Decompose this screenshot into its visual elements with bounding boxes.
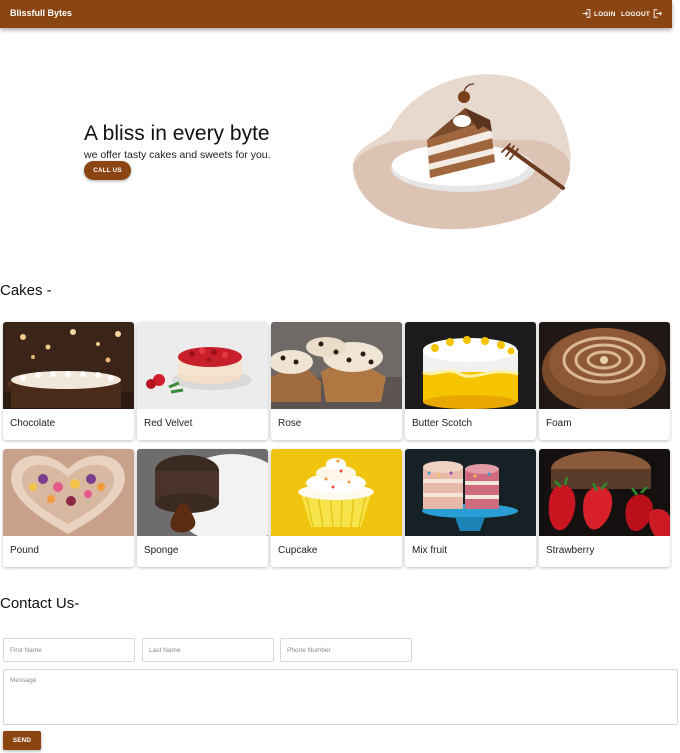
cake-card-red-velvet[interactable]: Red Velvet xyxy=(137,322,268,440)
cake-image xyxy=(271,322,402,409)
cake-image xyxy=(405,322,536,409)
cake-image xyxy=(271,449,402,536)
cake-image xyxy=(3,449,134,536)
cake-label: Mix fruit xyxy=(412,545,447,556)
cake-label: Sponge xyxy=(144,545,179,556)
cake-image xyxy=(137,322,268,409)
cake-card-cupcake[interactable]: Cupcake xyxy=(271,449,402,567)
logout-label: LOGOUT xyxy=(621,10,651,18)
last-name-input[interactable] xyxy=(143,639,273,662)
cake-card-rose[interactable]: Rose xyxy=(271,322,402,440)
cake-card-mix-fruit[interactable]: Mix fruit xyxy=(405,449,536,567)
message-input[interactable] xyxy=(4,670,677,724)
cake-card-strawberry[interactable]: Strawberry xyxy=(539,449,670,567)
cake-image xyxy=(3,322,134,409)
cake-card-sponge[interactable]: Sponge xyxy=(137,449,268,567)
cake-label: Butter Scotch xyxy=(412,418,473,429)
cake-card-butter-scotch[interactable]: Butter Scotch xyxy=(405,322,536,440)
cake-image xyxy=(137,449,268,536)
send-button[interactable]: SEND xyxy=(3,731,41,750)
cakes-heading: Cakes - xyxy=(0,282,52,299)
app-bar: Blissfull Bytes LOGIN LOGOUT xyxy=(0,0,672,28)
cake-image xyxy=(405,449,536,536)
login-button[interactable]: LOGIN xyxy=(582,8,616,20)
cake-card-foam[interactable]: Foam xyxy=(539,322,670,440)
logout-button[interactable]: LOGOUT xyxy=(621,8,663,20)
hero-title: A bliss in every byte xyxy=(84,122,270,145)
phone-number-input[interactable] xyxy=(281,639,411,662)
cake-label: Foam xyxy=(546,418,572,429)
cake-label: Cupcake xyxy=(278,545,318,556)
phone-number-field[interactable] xyxy=(280,638,412,662)
login-label: LOGIN xyxy=(594,10,616,18)
cake-label: Red Velvet xyxy=(144,418,193,429)
brand-title[interactable]: Blissfull Bytes xyxy=(10,8,72,18)
contact-heading: Contact Us- xyxy=(0,595,80,612)
cake-label: Rose xyxy=(278,418,302,429)
call-us-button[interactable]: CALL US xyxy=(84,161,131,180)
cake-slice-illustration xyxy=(350,70,575,235)
cake-label: Pound xyxy=(10,545,39,556)
first-name-input[interactable] xyxy=(4,639,134,662)
cake-label: Chocolate xyxy=(10,418,56,429)
first-name-field[interactable] xyxy=(3,638,135,662)
message-field[interactable] xyxy=(3,669,678,725)
hero-subtitle: we offer tasty cakes and sweets for you. xyxy=(84,149,271,161)
cake-card-chocolate[interactable]: Chocolate xyxy=(3,322,134,440)
cake-image xyxy=(539,449,670,536)
cake-label: Strawberry xyxy=(546,545,595,556)
cake-image xyxy=(539,322,670,409)
logout-icon xyxy=(653,8,663,20)
cake-card-pound[interactable]: Pound xyxy=(3,449,134,567)
login-icon xyxy=(582,8,591,20)
last-name-field[interactable] xyxy=(142,638,274,662)
